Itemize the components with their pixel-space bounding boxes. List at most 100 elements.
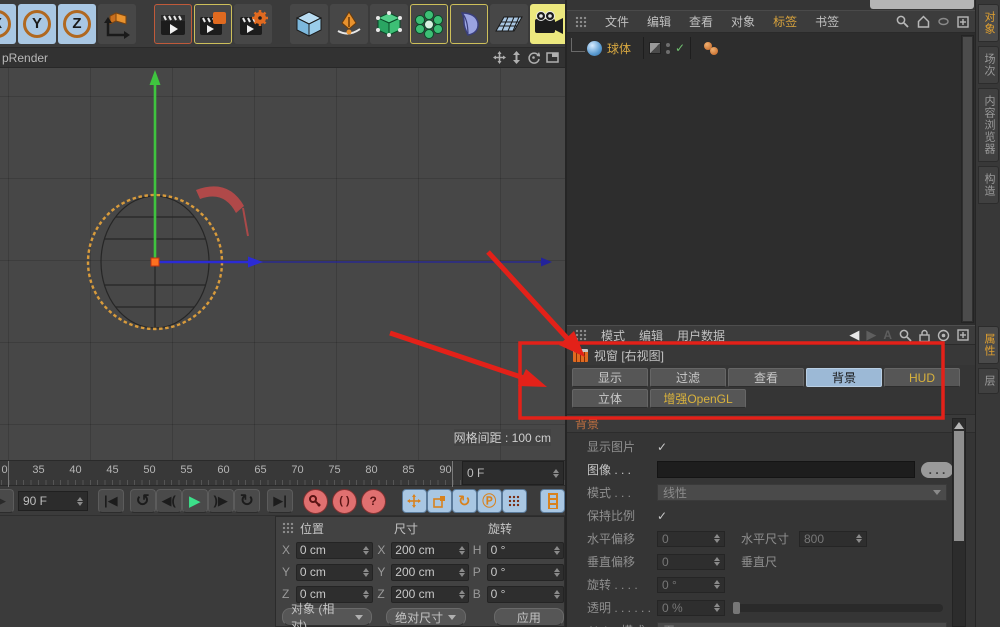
- search-icon[interactable]: [896, 15, 909, 28]
- side-tab-structure[interactable]: 构造: [978, 166, 999, 204]
- goto-end-button[interactable]: ▶|: [267, 489, 293, 513]
- menu-tags[interactable]: 标签: [773, 13, 797, 30]
- autokey-button[interactable]: ( ): [332, 489, 357, 514]
- browse-button[interactable]: . . .: [921, 462, 953, 478]
- render-view-button[interactable]: [154, 4, 192, 44]
- size-mode-dropdown[interactable]: 绝对尺寸: [386, 608, 466, 626]
- side-tab-attributes[interactable]: 属性: [978, 326, 999, 364]
- history-a-icon[interactable]: A: [883, 328, 892, 342]
- coordinate-mode-dropdown[interactable]: 对象 (相对): [282, 608, 372, 626]
- history-forward-icon[interactable]: ▶: [866, 327, 876, 343]
- size-y-field[interactable]: 200 cm: [391, 564, 468, 581]
- x-axis-lock-button[interactable]: X: [0, 4, 16, 44]
- record-position-toggle[interactable]: [402, 489, 427, 513]
- menu-bookmarks[interactable]: 书签: [815, 13, 839, 30]
- tab-filter[interactable]: 过滤: [650, 368, 726, 387]
- menu-view[interactable]: 查看: [689, 13, 713, 30]
- size-z-field[interactable]: 200 cm: [391, 586, 468, 603]
- side-tab-objects[interactable]: 对象: [978, 4, 999, 42]
- add-cube-button[interactable]: [290, 4, 328, 44]
- minimize-icon[interactable]: [938, 16, 949, 27]
- side-tab-layers[interactable]: 层: [978, 368, 999, 394]
- z-axis-lock-button[interactable]: Z: [58, 4, 96, 44]
- panel-grip-icon[interactable]: [575, 329, 587, 341]
- play-backwards-button[interactable]: ↺: [130, 489, 156, 513]
- render-picture-viewer-button[interactable]: [194, 4, 232, 44]
- panel-grip-icon[interactable]: [575, 16, 587, 28]
- play-button[interactable]: ▶: [182, 489, 208, 513]
- play-forwards-button[interactable]: ↻: [234, 489, 260, 513]
- tab-view[interactable]: 查看: [728, 368, 804, 387]
- enable-check-icon[interactable]: ✓: [675, 41, 685, 55]
- record-keyframe-button[interactable]: [303, 489, 328, 514]
- phong-tag-icon[interactable]: [704, 42, 718, 55]
- scroll-up-icon[interactable]: [954, 422, 964, 429]
- menu-userdata[interactable]: 用户数据: [677, 327, 725, 344]
- side-tab-takes[interactable]: 场次: [978, 46, 999, 84]
- rotation-field[interactable]: 0 °: [657, 577, 725, 593]
- h-size-field[interactable]: 800: [799, 531, 867, 547]
- menu-edit2[interactable]: 编辑: [639, 327, 663, 344]
- zoom-view-icon[interactable]: [512, 51, 521, 64]
- add-subdivision-button[interactable]: [370, 4, 408, 44]
- menu-edit[interactable]: 编辑: [647, 13, 671, 30]
- mode-dropdown[interactable]: 线性: [657, 484, 947, 501]
- record-rotation-toggle[interactable]: ↻: [452, 489, 477, 513]
- pos-y-field[interactable]: 0 cm: [296, 564, 373, 581]
- keyframe-selection-grid-button[interactable]: [502, 489, 527, 513]
- menu-mode[interactable]: 模式: [601, 327, 625, 344]
- keep-ratio-checkbox[interactable]: ✓: [657, 509, 667, 523]
- tab-display[interactable]: 显示: [572, 368, 648, 387]
- history-back-icon[interactable]: ◀: [849, 327, 859, 343]
- spinner[interactable]: [77, 497, 83, 506]
- layer-icon[interactable]: [649, 42, 661, 54]
- rot-h-field[interactable]: 0 °: [487, 542, 564, 559]
- toggle-view-icon[interactable]: [546, 52, 559, 63]
- object-origin[interactable]: [151, 258, 159, 266]
- object-name[interactable]: 球体: [607, 40, 631, 57]
- side-tab-content-browser[interactable]: 内容浏览器: [978, 88, 999, 162]
- transparency-slider[interactable]: [733, 604, 943, 612]
- apply-button[interactable]: 应用: [494, 608, 564, 626]
- new-panel-icon[interactable]: [957, 16, 969, 28]
- rot-b-field[interactable]: 0 °: [487, 586, 564, 603]
- scroll-thumb[interactable]: [954, 431, 964, 541]
- end-frame-field[interactable]: 0 F: [462, 461, 564, 485]
- tab-background[interactable]: 背景: [806, 368, 882, 387]
- coordinate-system-button[interactable]: [98, 4, 136, 44]
- add-spline-button[interactable]: [330, 4, 368, 44]
- h-offset-field[interactable]: 0: [657, 531, 725, 547]
- previous-key-button[interactable]: ◀(: [156, 489, 182, 513]
- timeline-window-button[interactable]: [540, 489, 565, 513]
- object-row-sphere[interactable]: 球体 ✓: [567, 37, 977, 59]
- add-floor-button[interactable]: [490, 4, 528, 44]
- tab-stereo[interactable]: 立体: [572, 389, 648, 408]
- v-offset-field[interactable]: 0: [657, 554, 725, 570]
- spinner[interactable]: [553, 469, 559, 478]
- next-key-button[interactable]: )▶: [208, 489, 234, 513]
- tab-hud[interactable]: HUD: [884, 368, 960, 387]
- pan-view-icon[interactable]: [493, 51, 506, 64]
- tab-enhanced-opengl[interactable]: 增强OpenGL: [650, 389, 746, 408]
- image-path-field[interactable]: [657, 461, 915, 478]
- visibility-dots-icon[interactable]: [666, 43, 670, 54]
- transparency-field[interactable]: 0 %: [657, 600, 725, 616]
- render-settings-button[interactable]: [234, 4, 272, 44]
- lock-icon[interactable]: [919, 329, 930, 342]
- om-scrollbar[interactable]: [961, 35, 974, 323]
- goto-start-button[interactable]: |◀: [98, 489, 124, 513]
- alpha-mode-dropdown[interactable]: 无: [657, 622, 947, 627]
- y-axis-lock-button[interactable]: Y: [18, 4, 56, 44]
- play-preview-button[interactable]: ▶: [0, 489, 14, 513]
- search-icon[interactable]: [899, 329, 912, 342]
- show-image-checkbox[interactable]: ✓: [657, 440, 667, 454]
- record-scale-toggle[interactable]: [427, 489, 452, 513]
- current-frame-field[interactable]: 90 F: [18, 491, 88, 511]
- background-section-header[interactable]: 背景: [567, 414, 977, 433]
- home-icon[interactable]: [917, 15, 930, 28]
- am-scrollbar[interactable]: [952, 418, 966, 627]
- menu-object[interactable]: 对象: [731, 13, 755, 30]
- panel-grip-icon[interactable]: [282, 522, 294, 534]
- rot-p-field[interactable]: 0 °: [487, 564, 564, 581]
- target-icon[interactable]: [937, 329, 950, 342]
